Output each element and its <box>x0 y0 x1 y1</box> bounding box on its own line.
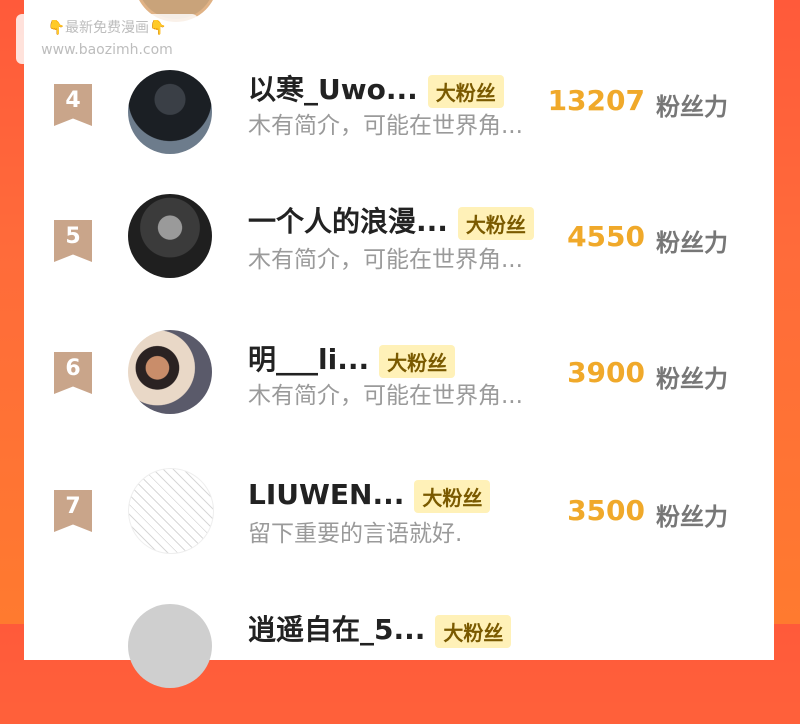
fans-label: 粉丝力 <box>656 365 728 393</box>
avatar[interactable] <box>128 468 214 554</box>
username-text: 逍遥自在_5... <box>248 613 426 646</box>
list-item[interactable]: 逍遥自在_5... 大粉丝 <box>0 604 800 724</box>
bio-text: 留下重要的言语就好. <box>248 521 463 547</box>
username[interactable]: 逍遥自在_5... 大粉丝 <box>248 608 512 648</box>
list-item[interactable]: 4 以寒_Uwo... 大粉丝 木有简介，可能在世界角... 13207 粉丝力 <box>0 58 800 178</box>
username-text: 一个人的浪漫... <box>248 205 448 238</box>
avatar[interactable] <box>128 194 212 278</box>
watermark-title: 👇最新免费漫画👇 <box>47 20 167 36</box>
avatar[interactable] <box>128 604 212 688</box>
username[interactable]: 以寒_Uwo... 大粉丝 <box>248 68 504 108</box>
rank-badge: 4 <box>54 84 92 126</box>
fans-count: 3900 <box>567 356 645 389</box>
username-text: 明___li... <box>248 343 370 376</box>
bio-text: 木有简介，可能在世界角... <box>248 113 523 139</box>
rank-badge: 5 <box>54 220 92 262</box>
fans-count: 4550 <box>567 220 645 253</box>
fans-label: 粉丝力 <box>656 93 728 121</box>
fan-level-badge: 大粉丝 <box>414 479 491 513</box>
avatar[interactable] <box>128 70 212 154</box>
username[interactable]: LIUWEN... 大粉丝 <box>248 478 491 513</box>
fan-level-badge: 大粉丝 <box>379 344 456 378</box>
avatar[interactable] <box>128 330 212 414</box>
bio-text: 木有简介，可能在世界角... <box>248 247 523 273</box>
fan-level-badge: 大粉丝 <box>457 206 534 240</box>
rank-badge: 7 <box>54 490 92 532</box>
fan-level-badge: 大粉丝 <box>435 614 512 648</box>
fans-count: 3500 <box>567 494 645 527</box>
fans-count: 13207 <box>547 84 645 117</box>
fans-label: 粉丝力 <box>656 503 728 531</box>
list-item[interactable]: 7 LIUWEN... 大粉丝 留下重要的言语就好. 3500 粉丝力 <box>0 468 800 588</box>
fan-level-badge: 大粉丝 <box>427 74 504 108</box>
username[interactable]: 明___li... 大粉丝 <box>248 338 456 378</box>
list-item[interactable]: 6 明___li... 大粉丝 木有简介，可能在世界角... 3900 粉丝力 <box>0 330 800 450</box>
list-item[interactable]: 5 一个人的浪漫... 大粉丝 木有简介，可能在世界角... 4550 粉丝力 <box>0 194 800 314</box>
fans-label: 粉丝力 <box>656 229 728 257</box>
username-text: 以寒_Uwo... <box>248 73 418 106</box>
username-text: LIUWEN... <box>248 478 405 511</box>
bio-text: 木有简介，可能在世界角... <box>248 383 523 409</box>
username[interactable]: 一个人的浪漫... 大粉丝 <box>248 200 534 240</box>
rank-badge: 6 <box>54 352 92 394</box>
watermark: 👇最新免费漫画👇 www.baozimh.com <box>16 14 198 64</box>
